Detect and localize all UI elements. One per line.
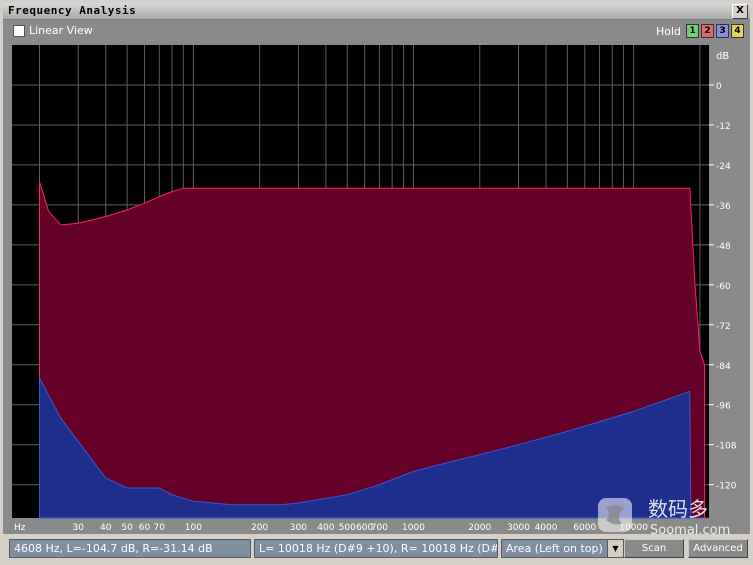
soomal-watermark: 数码多 Soomal.com: [598, 497, 730, 538]
y-tick-label: -24: [716, 162, 731, 172]
x-tick-label: 6000: [573, 523, 596, 533]
x-tick-label: 60: [139, 523, 151, 533]
y-tick-label: -60: [716, 282, 731, 292]
title-bar[interactable]: Frequency Analysis X: [3, 3, 750, 20]
x-tick-label: 30: [73, 523, 85, 533]
x-tick-label: 40: [100, 523, 112, 533]
linear-view-label: Linear View: [29, 24, 93, 37]
frequency-analysis-window: Frequency Analysis X Linear View Hold 1 …: [0, 0, 753, 565]
hold-button-1[interactable]: 1: [686, 24, 699, 38]
scan-button[interactable]: Scan: [624, 539, 684, 558]
y-axis-unit: dB: [716, 51, 729, 62]
y-tick-label: -48: [716, 242, 731, 252]
hold-button-4[interactable]: 4: [731, 24, 744, 38]
y-tick-label: -36: [716, 202, 731, 212]
linear-view-checkbox[interactable]: [13, 25, 25, 37]
chevron-down-icon[interactable]: ▼: [607, 540, 623, 557]
peak-readout: L= 10018 Hz (D#9 +10), R= 10018 Hz (D#9: [254, 539, 498, 558]
x-tick-label: 3000: [507, 523, 530, 533]
close-button[interactable]: X: [732, 4, 748, 19]
x-tick-label: 2000: [468, 523, 491, 533]
view-mode-value: Area (Left on top): [506, 542, 603, 555]
x-tick-label: 500: [339, 523, 356, 533]
toolbar: Linear View Hold 1 2 3 4: [3, 20, 750, 42]
x-axis-unit: Hz: [14, 523, 26, 533]
watermark-en-text: Soomal.com: [650, 523, 730, 538]
x-tick-label: 100: [185, 523, 202, 533]
x-tick-label: 50: [121, 523, 133, 533]
view-mode-select[interactable]: Area (Left on top) ▼: [501, 539, 624, 558]
x-tick-label: 300: [290, 523, 307, 533]
hold-button-3[interactable]: 3: [716, 24, 729, 38]
hold-label: Hold: [655, 25, 681, 38]
x-tick-label: 400: [317, 523, 334, 533]
y-tick-label: -12: [716, 122, 731, 132]
y-tick-label: -84: [716, 362, 731, 372]
hold-button-2[interactable]: 2: [701, 24, 714, 38]
watermark-cn-text: 数码多: [648, 497, 708, 521]
x-tick-label: 1000: [402, 523, 425, 533]
cursor-readout: 4608 Hz, L=-104.7 dB, R=-31.14 dB: [9, 539, 251, 558]
spectrum-chart[interactable]: dB 0 -12 -24 -36 -48 -60 -72 -84 -96 -108 -120 Hz 30 4…: [3, 42, 750, 534]
spectrum-plot-panel[interactable]: dB 0 -12 -24 -36 -48 -60 -72 -84 -96 -108 -120 Hz 30 4…: [3, 42, 750, 534]
advanced-button[interactable]: Advanced: [688, 539, 748, 558]
y-tick-label: -120: [716, 482, 737, 492]
y-tick-label: -96: [716, 402, 731, 412]
status-bar: 4608 Hz, L=-104.7 dB, R=-31.14 dB L= 100…: [3, 535, 750, 562]
x-tick-label: 200: [251, 523, 268, 533]
y-tick-label: -108: [716, 442, 737, 452]
x-tick-label: 4000: [535, 523, 558, 533]
window-title: Frequency Analysis: [8, 4, 137, 17]
x-tick-label: 70: [154, 523, 166, 533]
y-tick-label: 0: [716, 82, 722, 92]
x-tick-label: 700: [371, 523, 388, 533]
y-tick-label: -72: [716, 322, 731, 332]
